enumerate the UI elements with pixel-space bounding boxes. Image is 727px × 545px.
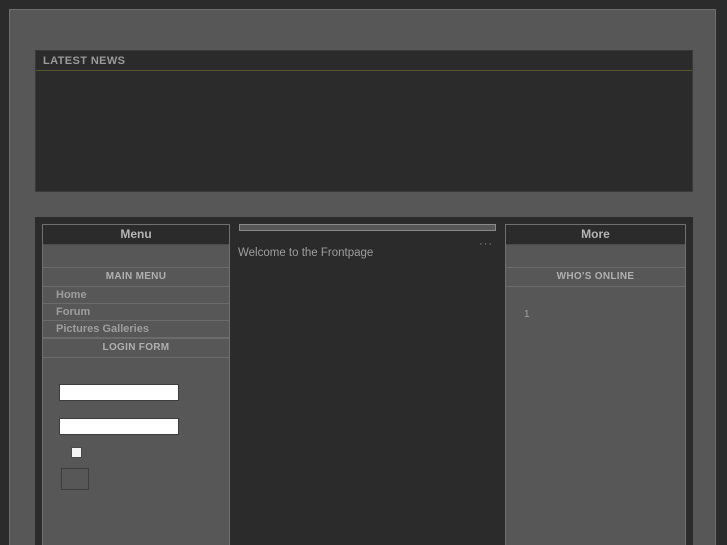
left-sidebar-body: MAIN MENU Home Forum Pictures Galleries … (43, 245, 229, 493)
main-content: Welcome to the Frontpage ··· (230, 224, 505, 545)
sidebar-item-pictures-galleries[interactable]: Pictures Galleries (43, 321, 229, 337)
password-row (43, 401, 229, 436)
right-sidebar-spacer (506, 245, 685, 267)
password-input[interactable] (59, 418, 179, 435)
login-button-row (43, 458, 229, 493)
site-frame: LATEST NEWS Menu MAIN MENU Home Forum (9, 9, 716, 545)
remember-me-row (43, 435, 229, 458)
list-item[interactable]: Home (43, 287, 229, 304)
latest-news-header: LATEST NEWS (36, 51, 692, 71)
left-sidebar-title: Menu (43, 225, 229, 245)
latest-news-module: LATEST NEWS (35, 50, 693, 192)
content-columns: Menu MAIN MENU Home Forum Pictures Galle… (35, 217, 693, 545)
login-form-heading: LOGIN FORM (43, 338, 229, 358)
article-options-icon[interactable]: ··· (479, 239, 493, 250)
left-sidebar-spacer (43, 245, 229, 267)
main-menu-list: Home Forum Pictures Galleries (43, 287, 229, 338)
login-form (43, 358, 229, 493)
right-sidebar: More WHO'S ONLINE 1 (505, 224, 686, 545)
page-root: LATEST NEWS Menu MAIN MENU Home Forum (0, 0, 727, 545)
remember-me-checkbox[interactable] (71, 447, 82, 458)
username-row (43, 366, 229, 401)
sidebar-item-home[interactable]: Home (43, 287, 229, 303)
latest-news-body (36, 71, 692, 191)
whos-online-count: 1 (506, 287, 685, 320)
login-submit-button[interactable] (61, 468, 89, 490)
breadcrumb (239, 224, 496, 231)
list-item[interactable]: Pictures Galleries (43, 321, 229, 338)
article-header: Welcome to the Frontpage ··· (238, 243, 497, 261)
right-sidebar-body: WHO'S ONLINE 1 (506, 245, 685, 320)
whos-online-heading: WHO'S ONLINE (506, 267, 685, 287)
right-sidebar-title: More (506, 225, 685, 245)
sidebar-item-forum[interactable]: Forum (43, 304, 229, 320)
page-title: Welcome to the Frontpage (238, 247, 373, 259)
main-menu-heading: MAIN MENU (43, 267, 229, 287)
list-item[interactable]: Forum (43, 304, 229, 321)
left-sidebar: Menu MAIN MENU Home Forum Pictures Galle… (42, 224, 230, 545)
username-input[interactable] (59, 384, 179, 401)
